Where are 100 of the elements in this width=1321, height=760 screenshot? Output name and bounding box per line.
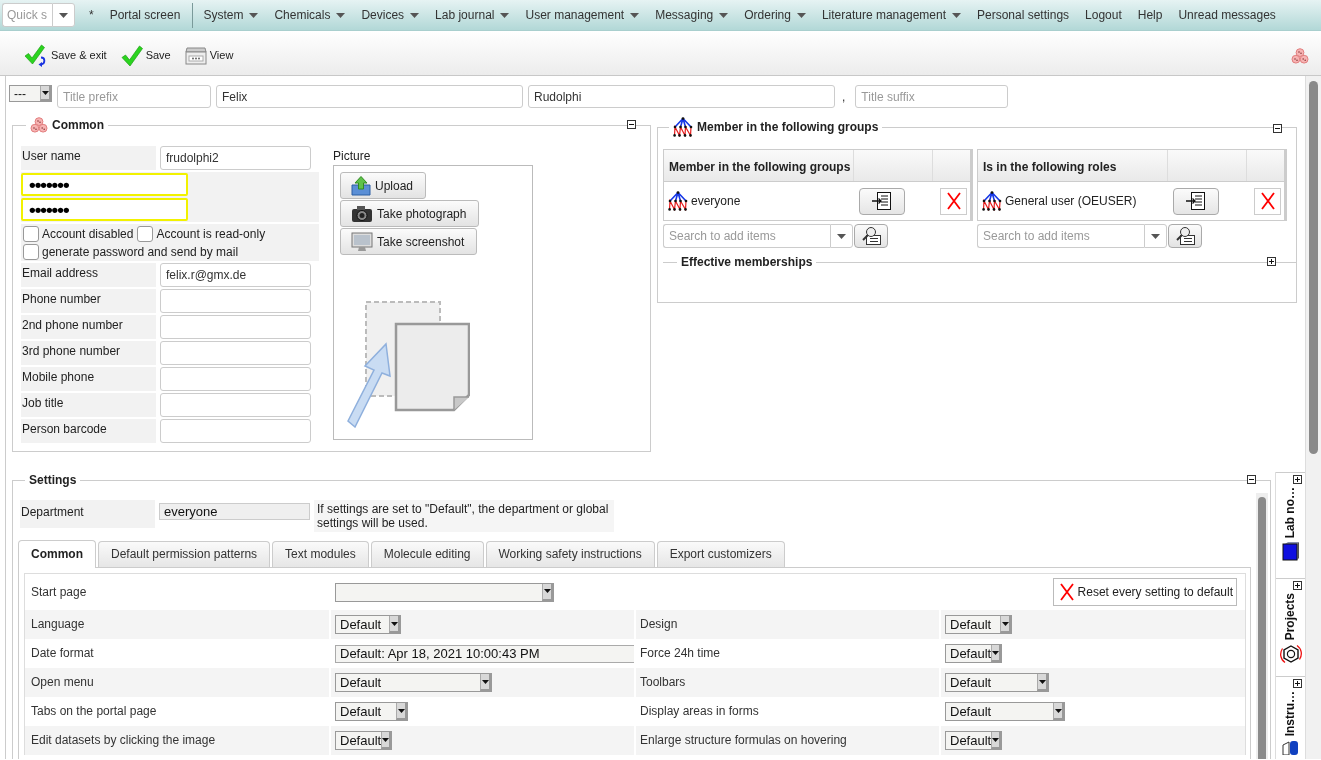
title-prefix-field[interactable]: Title prefix	[57, 85, 211, 108]
dropdown[interactable]	[335, 582, 554, 602]
camera-icon	[351, 204, 373, 223]
nav-link[interactable]: Portal screen	[101, 0, 189, 31]
reset-button[interactable]: Reset every setting to default	[1052, 578, 1237, 606]
password-field[interactable]: •••••••	[21, 173, 188, 196]
dropdown-toggle[interactable]	[830, 224, 853, 248]
dropdown[interactable]: Default	[335, 615, 401, 634]
tab[interactable]: Export customizers	[656, 541, 785, 567]
password-field[interactable]: •••••••	[21, 198, 188, 221]
dropdown[interactable]: Default	[945, 731, 1002, 750]
last-name-field[interactable]: Rudolphi	[528, 85, 835, 108]
nav-menu[interactable]: Ordering	[736, 0, 814, 31]
dropdown[interactable]: Default	[945, 702, 1065, 721]
save-and-exit-button[interactable]: Save & exit	[24, 44, 107, 68]
delete-button[interactable]	[940, 187, 967, 215]
text-field[interactable]: frudolphi2	[160, 146, 311, 170]
first-name-field[interactable]: Felix	[216, 85, 523, 108]
text-field[interactable]: felix.r@gmx.de	[160, 263, 311, 287]
field-label: Phone number	[21, 289, 156, 313]
caret-icon	[397, 708, 405, 713]
table-cell: everyone	[691, 193, 741, 209]
expand-icon[interactable]	[1293, 475, 1302, 484]
tab[interactable]: Common	[18, 540, 96, 568]
caret-icon	[543, 589, 551, 593]
quick-search-field[interactable]: Quick s	[2, 3, 52, 27]
nav-menu[interactable]: Literature management	[813, 0, 969, 31]
nav-menu[interactable]: User management	[517, 0, 648, 31]
search-button[interactable]	[1168, 224, 1202, 248]
details-button[interactable]	[1173, 187, 1219, 215]
tree-icon	[668, 191, 688, 211]
checkbox[interactable]	[23, 244, 39, 260]
expand-icon[interactable]	[1267, 257, 1276, 266]
text-field[interactable]	[160, 315, 311, 339]
collapse-icon[interactable]	[1247, 475, 1256, 484]
field-label: Picture	[333, 149, 372, 164]
dropdown-toggle[interactable]	[1144, 224, 1167, 248]
dropdown-toggle[interactable]	[52, 3, 75, 27]
details-button[interactable]	[859, 187, 905, 215]
text-field[interactable]	[160, 393, 311, 417]
checkbox[interactable]	[23, 226, 39, 242]
collapse-icon[interactable]	[627, 120, 636, 129]
check-arrow-icon	[24, 44, 48, 68]
nav-menu[interactable]: Messaging	[647, 0, 737, 31]
x-icon	[1260, 192, 1275, 210]
dropdown[interactable]: Default	[335, 702, 408, 721]
circles-icon	[1291, 48, 1309, 64]
check-icon	[120, 45, 143, 67]
text-field[interactable]: Default: Apr 18, 2021 10:00:43 PM	[335, 644, 634, 663]
dropdown[interactable]: Default	[945, 673, 1049, 692]
caret-icon	[837, 233, 846, 239]
dropdown[interactable]: Default	[335, 731, 392, 750]
nav-menu[interactable]: Lab journal	[427, 0, 518, 31]
nav-menu[interactable]: Devices	[353, 0, 428, 31]
setting-label: Enlarge structure formulas on hovering	[634, 726, 939, 755]
caret-icon	[1054, 708, 1062, 713]
dropdown[interactable]: ---	[9, 85, 52, 102]
delete-button[interactable]	[1254, 187, 1281, 215]
save-button[interactable]: Save	[120, 45, 171, 67]
section-title: Settings	[28, 472, 78, 488]
nav-menu[interactable]: System	[195, 0, 267, 31]
take-screenshot-button[interactable]: Take screenshot	[340, 228, 478, 256]
search-button[interactable]	[854, 224, 888, 248]
expand-icon[interactable]	[1293, 679, 1302, 688]
nav-link[interactable]: Help	[1129, 0, 1171, 31]
caret-icon	[481, 679, 489, 684]
nav-link[interactable]: Unread messages	[1170, 0, 1284, 31]
search-field[interactable]: Search to add items	[663, 224, 830, 248]
section-title: Effective memberships	[680, 254, 814, 270]
setting-label: Start page	[30, 583, 88, 601]
tab[interactable]: Text modules	[272, 541, 369, 567]
checkbox-label: generate password and send by mail	[42, 244, 239, 260]
tab[interactable]: Default permission patterns	[98, 541, 271, 567]
nav-link[interactable]: Logout	[1077, 0, 1130, 31]
dropdown[interactable]: Default	[945, 615, 1012, 634]
collapse-icon[interactable]	[1273, 124, 1282, 133]
scrollbar[interactable]	[1256, 493, 1268, 759]
title-suffix-field[interactable]: Title suffix	[855, 85, 1009, 108]
nav-link[interactable]: *	[81, 0, 102, 31]
text-field[interactable]	[160, 341, 311, 365]
view-button[interactable]: View	[184, 47, 234, 65]
search-field[interactable]: Search to add items	[977, 224, 1144, 248]
scrollbar[interactable]	[1305, 76, 1321, 759]
setting-label: Toolbars	[634, 668, 939, 697]
upload-button[interactable]: Upload	[340, 172, 427, 200]
nav-menu[interactable]: Chemicals	[266, 0, 354, 31]
expand-icon[interactable]	[1293, 581, 1302, 590]
tab[interactable]: Molecule editing	[370, 541, 484, 567]
hexagon-icon	[1279, 643, 1302, 666]
department-field[interactable]: everyone	[159, 503, 310, 520]
text-field[interactable]	[160, 419, 311, 443]
dropdown[interactable]: Default	[945, 644, 1002, 663]
checkbox[interactable]	[137, 226, 154, 242]
text-field[interactable]	[160, 367, 311, 391]
field-label: 2nd phone number	[21, 315, 156, 339]
tab[interactable]: Working safety instructions	[485, 541, 655, 567]
nav-link[interactable]: Personal settings	[969, 0, 1078, 31]
take-photo-button[interactable]: Take photograph	[340, 200, 480, 228]
dropdown[interactable]: Default	[335, 673, 492, 692]
text-field[interactable]	[160, 289, 311, 313]
